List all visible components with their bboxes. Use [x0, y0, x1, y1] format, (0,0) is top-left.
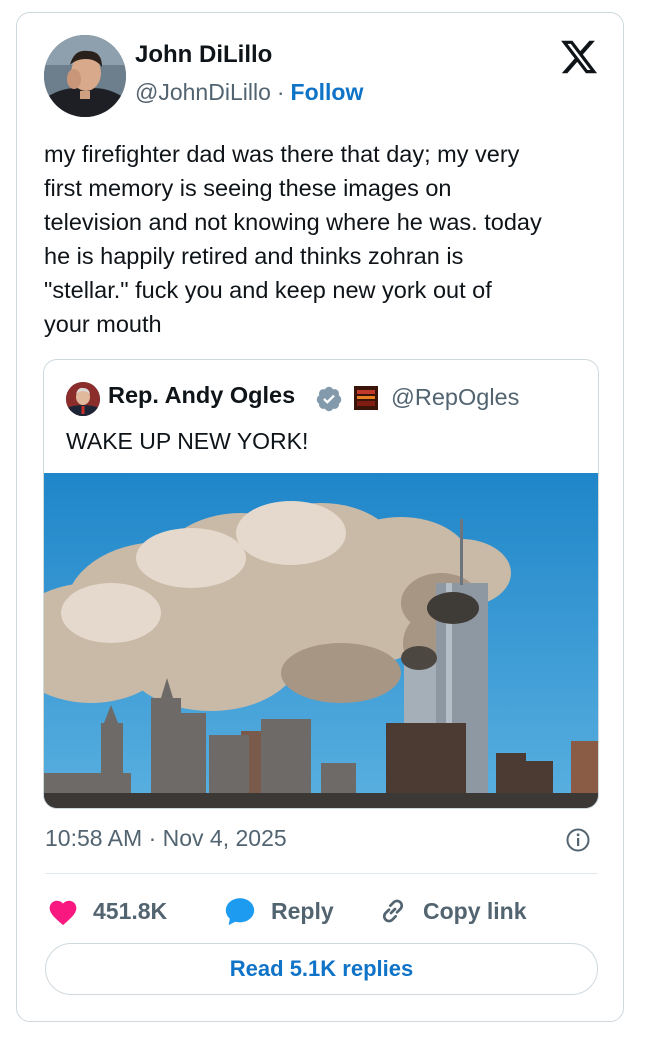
quoted-tweet[interactable]: Rep. Andy Ogles @RepOgles WAKE UP NEW YO… — [43, 359, 599, 809]
author-handle-row: @JohnDiLillo · Follow — [135, 79, 363, 106]
tweet-text: my firefighter dad was there that day; m… — [44, 141, 542, 337]
divider — [45, 873, 598, 874]
author-handle[interactable]: @JohnDiLillo — [135, 79, 271, 105]
quoted-photo-image — [44, 473, 598, 808]
reply-button[interactable]: Reply — [223, 891, 334, 931]
follow-button[interactable]: Follow — [291, 79, 364, 105]
verified-badge-icon — [315, 385, 343, 413]
handle-separator: · — [276, 79, 285, 105]
quoted-author-name[interactable]: Rep. Andy Ogles — [108, 382, 295, 409]
link-icon — [382, 899, 404, 923]
author-name[interactable]: John DiLillo — [135, 41, 272, 69]
author-avatar-image — [44, 35, 126, 117]
like-button[interactable]: 451.8K — [47, 891, 167, 931]
speech-bubble-icon — [225, 898, 255, 926]
tweet-timestamp[interactable]: 10:58 AM · Nov 4, 2025 — [45, 825, 287, 852]
info-icon[interactable] — [565, 827, 591, 853]
quoted-author-handle[interactable]: @RepOgles — [391, 384, 519, 411]
like-count: 451.8K — [93, 897, 168, 924]
heart-icon — [49, 900, 77, 926]
x-logo-icon[interactable] — [559, 37, 599, 77]
quoted-tweet-photo[interactable] — [44, 473, 598, 808]
author-avatar[interactable] — [44, 35, 126, 117]
affiliate-badge-icon[interactable] — [354, 386, 378, 410]
quoted-avatar-image — [66, 382, 100, 416]
read-replies-button[interactable]: Read 5.1K replies — [45, 943, 598, 995]
reply-label: Reply — [271, 897, 334, 924]
quoted-tweet-text: WAKE UP NEW YORK! — [66, 428, 309, 454]
quoted-author-avatar[interactable] — [66, 382, 100, 416]
tweet-card: John DiLillo @JohnDiLillo · Follow my fire… — [16, 12, 624, 1022]
copy-link-button[interactable]: Copy link — [377, 891, 527, 931]
copy-link-label: Copy link — [423, 897, 527, 924]
